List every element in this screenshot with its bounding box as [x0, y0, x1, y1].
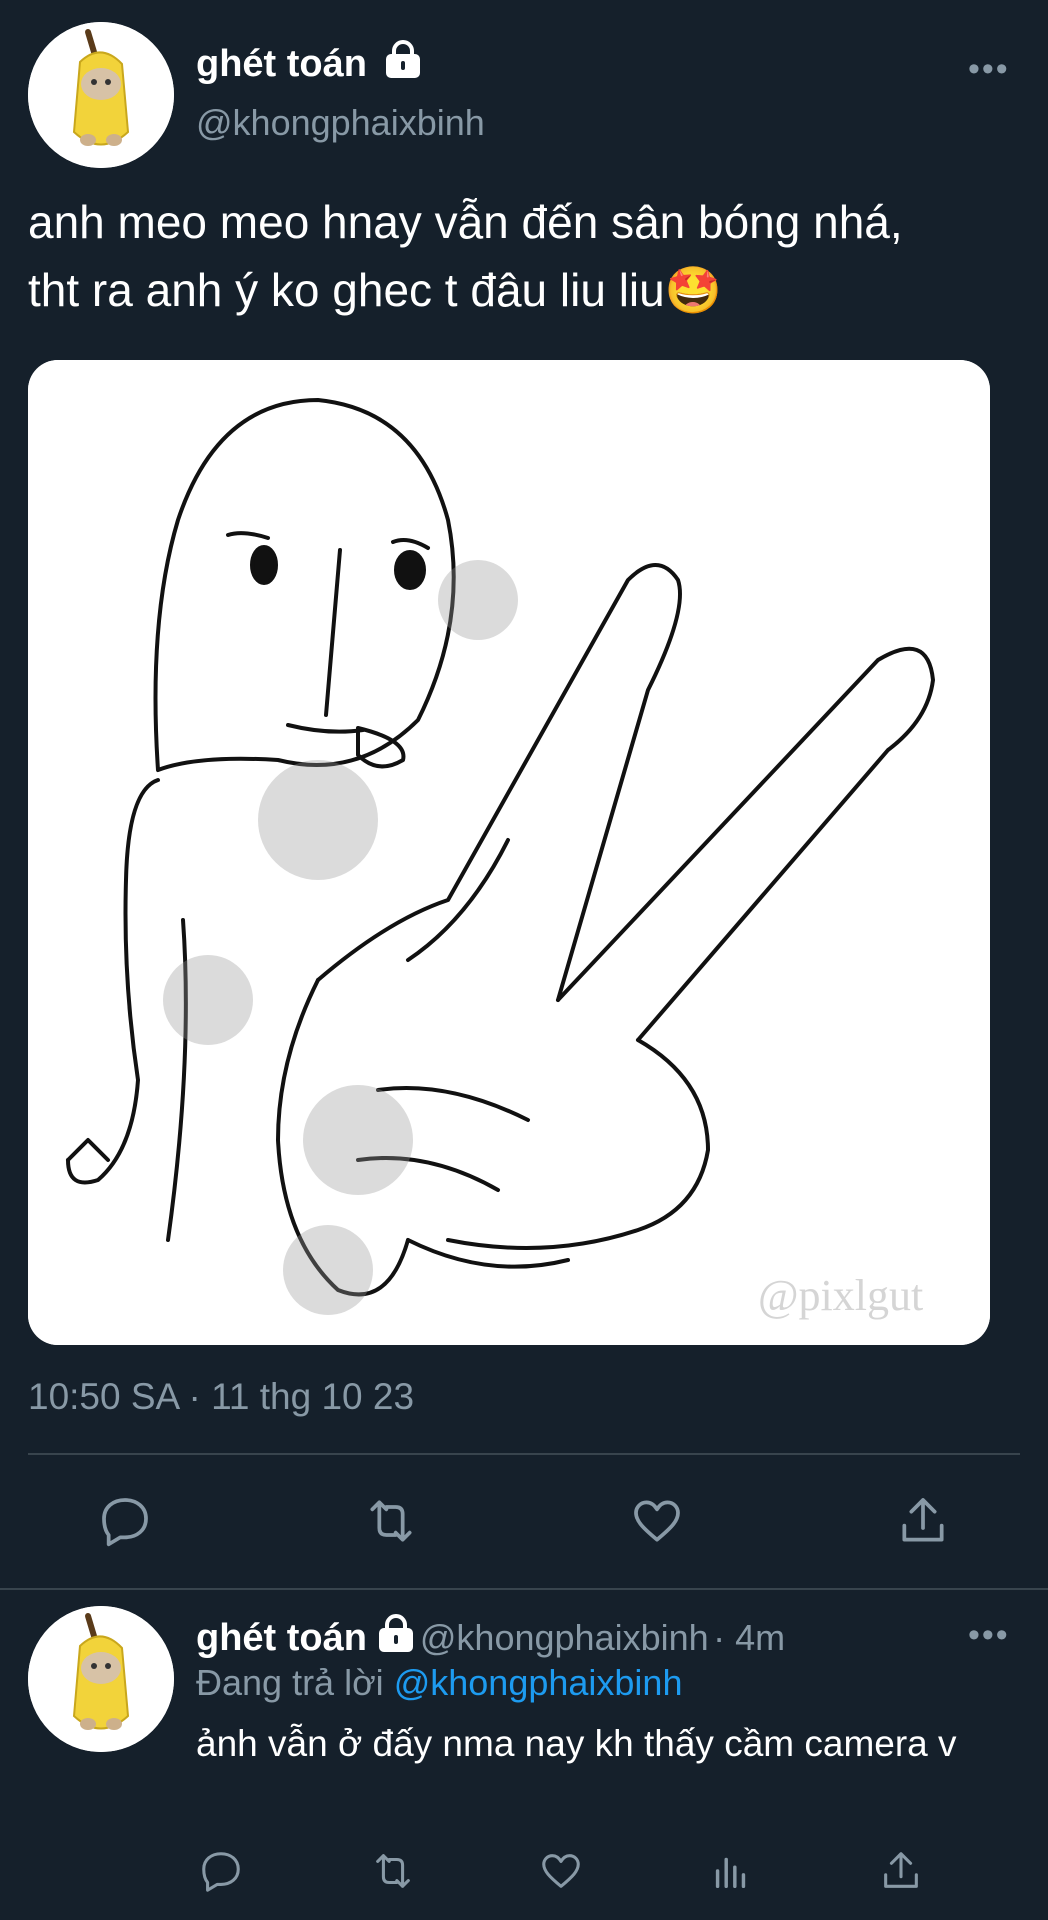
reply-icon — [202, 1852, 240, 1892]
retweet-button[interactable] — [356, 1486, 426, 1556]
reply-share-button[interactable] — [866, 1836, 936, 1906]
reply-reply-button[interactable] — [186, 1836, 256, 1906]
divider — [28, 1453, 1020, 1455]
avatar[interactable] — [28, 22, 174, 168]
reply-icon — [102, 1498, 148, 1547]
tweet-text: anh meo meo hnay vẫn đến sân bóng nhá, t… — [28, 188, 1028, 324]
reply-more-options-icon[interactable]: ••• — [968, 1616, 1010, 1655]
retweet-icon — [370, 1500, 412, 1542]
divider — [0, 1588, 1048, 1590]
display-name[interactable]: ghét toán — [196, 40, 422, 90]
reply-time: · 4m — [713, 1617, 786, 1658]
lock-icon — [377, 1614, 415, 1659]
heart-icon — [542, 1854, 580, 1888]
reply-text: ảnh vẫn ở đấy nma nay kh thấy cầm camera… — [196, 1723, 957, 1764]
like-button[interactable] — [622, 1486, 692, 1556]
reply-analytics-button[interactable] — [696, 1836, 766, 1906]
analytics-icon — [715, 1857, 746, 1889]
more-options-icon[interactable]: ••• — [968, 50, 1010, 89]
replying-to-link[interactable]: @khongphaixbinh — [394, 1662, 683, 1703]
banana-cat-avatar-image — [28, 1606, 174, 1752]
tweet-media-image[interactable]: @pixlgut — [28, 360, 990, 1345]
reply-display-name[interactable]: ghét toán — [196, 1617, 367, 1659]
share-icon — [902, 1498, 944, 1542]
reply-button[interactable] — [90, 1486, 160, 1556]
user-handle[interactable]: @khongphaixbinh — [196, 102, 485, 144]
peace-sign-drawing: @pixlgut — [28, 360, 990, 1345]
reply-retweet-button[interactable] — [358, 1836, 428, 1906]
lock-icon — [384, 40, 422, 90]
reply-header: ghét toán @khongphaixbinh · 4m — [196, 1614, 785, 1660]
replying-prefix: Đang trả lời — [196, 1662, 384, 1703]
tweet-text-line: tht ra anh ý ko ghec t đâu liu liu🤩 — [28, 264, 722, 316]
display-name-text: ghét toán — [196, 43, 367, 85]
share-button[interactable] — [888, 1486, 958, 1556]
retweet-icon — [376, 1854, 410, 1888]
tweet-timestamp[interactable]: 10:50 SA · 11 thg 10 23 — [28, 1376, 414, 1418]
media-watermark: @pixlgut — [758, 1271, 923, 1320]
heart-icon — [634, 1500, 680, 1542]
share-icon — [884, 1852, 918, 1888]
reply-user-handle[interactable]: @khongphaixbinh — [420, 1617, 709, 1658]
banana-cat-avatar-image — [28, 22, 174, 168]
tweet-text-line: anh meo meo hnay vẫn đến sân bóng nhá, — [28, 196, 903, 248]
reply-like-button[interactable] — [526, 1836, 596, 1906]
replying-to: Đang trả lời @khongphaixbinh — [196, 1662, 682, 1704]
reply-avatar[interactable] — [28, 1606, 174, 1752]
